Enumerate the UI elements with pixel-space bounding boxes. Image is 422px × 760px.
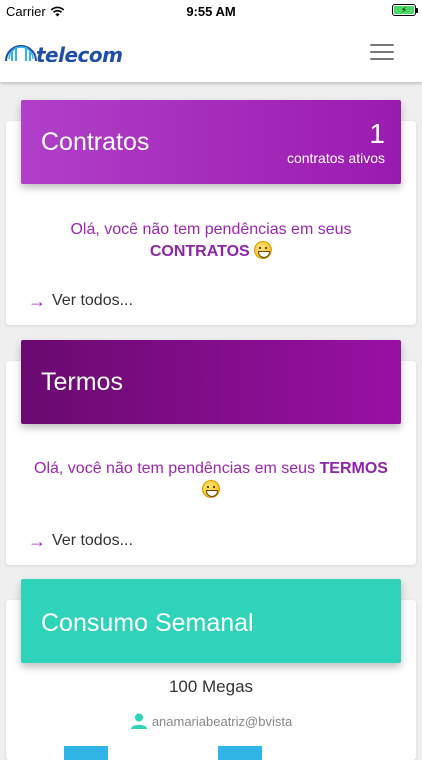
contracts-message-highlight: CONTRATOS bbox=[149, 243, 250, 260]
terms-message-highlight: TERMOS bbox=[319, 460, 388, 477]
terms-card: Termos Olá, você não tem pendências em s… bbox=[6, 340, 416, 565]
contracts-count-label: contratos ativos bbox=[286, 150, 385, 166]
status-time: 9:55 AM bbox=[186, 4, 236, 19]
terms-see-all-link[interactable]: → Ver todos... bbox=[28, 532, 133, 550]
contracts-see-all-link[interactable]: → Ver todos... bbox=[28, 292, 133, 310]
consumption-header[interactable]: Consumo Semanal bbox=[21, 579, 401, 663]
grinning-face-icon bbox=[254, 241, 273, 259]
contracts-title: Contratos bbox=[41, 128, 150, 156]
battery-icon: ⚡ bbox=[392, 4, 418, 16]
contracts-count: 1 bbox=[369, 118, 385, 149]
globe-logo-icon bbox=[5, 45, 37, 62]
app-header: telecom bbox=[0, 22, 422, 82]
logo[interactable]: telecom bbox=[4, 32, 134, 62]
arrow-right-icon: → bbox=[28, 531, 46, 551]
contracts-message-text: Olá, você não tem pendências em seus bbox=[70, 221, 352, 238]
consumption-chart-bar-right bbox=[218, 746, 262, 760]
battery-charging-icon: ⚡ bbox=[394, 5, 414, 14]
contracts-message: Olá, você não tem pendências em seus CON… bbox=[6, 219, 416, 263]
consumption-chart-bar-left bbox=[64, 746, 108, 760]
consumption-user-email: anamariabeatriz@bvista bbox=[151, 713, 293, 729]
consumption-user: anamariabeatriz@bvista bbox=[6, 712, 416, 730]
consumption-title: Consumo Semanal bbox=[41, 609, 254, 637]
contracts-badge: 1 contratos ativos bbox=[286, 118, 385, 167]
contracts-see-all-label: Ver todos... bbox=[52, 292, 133, 309]
status-bar: Carrier 9:55 AM ⚡ bbox=[0, 0, 422, 22]
terms-see-all-label: Ver todos... bbox=[52, 532, 133, 549]
terms-header[interactable]: Termos bbox=[21, 340, 401, 424]
terms-message-text: Olá, você não tem pendências em seus bbox=[34, 460, 316, 477]
grinning-face-icon bbox=[202, 480, 220, 498]
contracts-card: Contratos 1 contratos ativos Olá, você n… bbox=[6, 100, 416, 325]
consumption-value: 100 Megas bbox=[168, 677, 254, 696]
arrow-right-icon: → bbox=[28, 291, 46, 311]
terms-title: Termos bbox=[41, 368, 123, 396]
contracts-header[interactable]: Contratos 1 contratos ativos bbox=[21, 100, 401, 184]
consumption-card: Consumo Semanal 100 Megas anamariabeatri… bbox=[6, 579, 416, 760]
person-icon bbox=[130, 713, 147, 729]
terms-message: Olá, você não tem pendências em seus TER… bbox=[6, 458, 416, 502]
logo-text: telecom bbox=[36, 43, 123, 62]
hamburger-menu-icon[interactable] bbox=[370, 44, 394, 60]
